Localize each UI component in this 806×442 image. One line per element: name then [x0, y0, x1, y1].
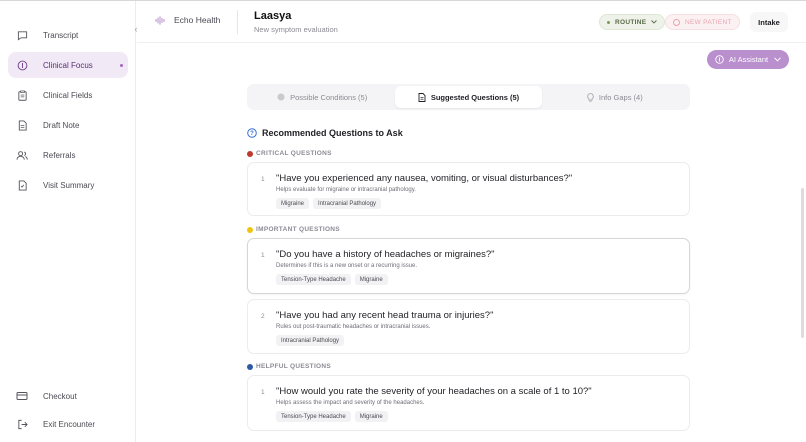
card-icon — [16, 390, 28, 402]
brand: Echo Health — [155, 15, 220, 25]
exit-icon — [16, 418, 28, 430]
status-dot-icon — [607, 20, 610, 24]
group-label-text: CRITICAL QUESTIONS — [256, 150, 332, 157]
condition-tag: Migraine — [276, 198, 310, 209]
condition-tag: Tension-Type Headache — [276, 274, 351, 285]
sidebar-item-referrals[interactable]: Referrals — [8, 142, 128, 168]
info-circle-icon — [715, 55, 724, 64]
sidebar-item-label: Visit Summary — [43, 180, 95, 190]
condition-tag: Intracranial Pathology — [313, 198, 382, 209]
question-number: 1 — [261, 252, 265, 259]
circle-icon — [673, 18, 680, 26]
yellow-circle-icon — [247, 226, 253, 233]
condition-tag: Tension-Type Headache — [276, 411, 351, 422]
tab-label: Possible Conditions (5) — [290, 92, 368, 102]
users-icon — [16, 149, 28, 161]
section-title-text: Recommended Questions to Ask — [262, 128, 403, 138]
sidebar-nav: Transcript Clinical Focus Clinical Field… — [8, 22, 128, 202]
lightbulb-icon — [587, 92, 594, 102]
question-number: 2 — [261, 313, 265, 320]
sidebar-item-visit-summary[interactable]: Visit Summary — [8, 172, 128, 198]
question-description: Helps assess the impact and severity of … — [276, 400, 425, 406]
patient-name: Laasya — [254, 10, 292, 22]
question-number: 1 — [261, 389, 265, 396]
chevron-down-icon — [651, 20, 658, 24]
tab-possible-conditions[interactable]: Possible Conditions (5) — [249, 86, 395, 108]
question-tags: Tension-Type Headache Migraine — [276, 411, 392, 422]
sidebar-item-label: Referrals — [43, 150, 76, 160]
question-description: Determines if this is a new onset or a r… — [276, 263, 418, 269]
question-text: "How would you rate the severity of your… — [276, 386, 592, 397]
tab-info-gaps[interactable]: Info Gaps (4) — [542, 86, 688, 108]
condition-tag: Migraine — [354, 411, 388, 422]
priority-dropdown[interactable]: ROUTINE — [599, 14, 666, 30]
question-card[interactable]: 2 "Have you had any recent head trauma o… — [247, 299, 690, 354]
active-indicator — [120, 63, 123, 67]
sidebar-bottom-nav: Checkout Exit Encounter — [8, 383, 128, 439]
ai-assistant-label: AI Assistant — [728, 55, 769, 64]
question-text: "Have you experienced any nausea, vomiti… — [276, 173, 573, 184]
sidebar-item-clinical-focus[interactable]: Clinical Focus — [8, 52, 128, 78]
sidebar-item-label: Clinical Fields — [43, 90, 93, 100]
group-label-important: IMPORTANT QUESTIONS — [247, 226, 340, 233]
intake-button[interactable]: Intake — [750, 12, 788, 32]
question-tags: Migraine Intracranial Pathology — [276, 198, 385, 209]
sidebar-item-draft-note[interactable]: Draft Note — [8, 112, 128, 138]
question-tags: Tension-Type Headache Migraine — [276, 274, 392, 285]
question-tags: Intracranial Pathology — [276, 335, 348, 346]
svg-text:?: ? — [250, 131, 254, 137]
question-card[interactable]: 1 "Have you experienced any nausea, vomi… — [247, 162, 690, 216]
blue-circle-icon — [247, 363, 253, 370]
group-label-text: HELPFUL QUESTIONS — [256, 363, 332, 370]
question-circle-icon: ? — [247, 128, 257, 138]
circle-filled-icon — [277, 93, 285, 101]
question-card[interactable]: 1 "How would you rate the severity of yo… — [247, 375, 690, 431]
sidebar-item-label: Checkout — [43, 391, 77, 401]
sidebar-item-checkout[interactable]: Checkout — [8, 383, 128, 409]
ai-assistant-button[interactable]: AI Assistant — [707, 50, 789, 69]
condition-tag: Migraine — [354, 274, 388, 285]
question-description: Rules out post-traumatic headaches or in… — [276, 324, 431, 330]
sidebar-item-clinical-fields[interactable]: Clinical Fields — [8, 82, 128, 108]
priority-label: ROUTINE — [615, 18, 647, 26]
new-patient-label: NEW PATIENT — [685, 18, 732, 26]
brand-name: Echo Health — [174, 15, 221, 25]
chevron-down-icon — [774, 57, 781, 62]
group-label-helpful: HELPFUL QUESTIONS — [247, 363, 331, 370]
patient-subtitle: New symptom evaluation — [254, 25, 338, 34]
sidebar-item-exit-encounter[interactable]: Exit Encounter — [8, 411, 128, 437]
sidebar-item-label: Clinical Focus — [43, 60, 93, 70]
question-card[interactable]: 1 "Do you have a history of headaches or… — [247, 238, 690, 294]
red-circle-icon — [247, 150, 253, 157]
sidebar-item-transcript[interactable]: Transcript — [8, 22, 128, 48]
group-label-text: IMPORTANT QUESTIONS — [256, 226, 340, 233]
summary-icon — [16, 179, 28, 191]
clipboard-icon — [16, 89, 28, 101]
sidebar: ‹ Transcript Clinical Focus Clinical Fie… — [0, 1, 138, 442]
tab-label: Suggested Questions (5) — [430, 92, 520, 102]
tab-suggested-questions[interactable]: Suggested Questions (5) — [395, 86, 542, 108]
question-text: "Do you have a history of headaches or m… — [276, 249, 495, 260]
sidebar-item-label: Transcript — [43, 30, 79, 40]
new-patient-badge[interactable]: NEW PATIENT — [665, 14, 740, 30]
chat-icon — [16, 29, 28, 41]
condition-tag: Intracranial Pathology — [276, 335, 345, 346]
document-icon — [418, 92, 426, 102]
waveform-icon — [155, 15, 166, 25]
encounter-header: Echo Health Laasya New symptom evaluatio… — [137, 1, 806, 43]
group-label-critical: CRITICAL QUESTIONS — [247, 150, 332, 157]
sidebar-item-label: Exit Encounter — [43, 419, 96, 429]
focus-icon — [16, 59, 28, 71]
focus-tabs: Possible Conditions (5) Suggested Questi… — [247, 84, 690, 110]
tab-label: Info Gaps (4) — [598, 92, 643, 102]
sidebar-item-label: Draft Note — [43, 120, 80, 130]
section-title: ? Recommended Questions to Ask — [247, 128, 403, 138]
header-divider — [237, 10, 238, 34]
question-number: 1 — [261, 176, 265, 183]
question-description: Helps evaluate for migraine or intracran… — [276, 187, 416, 193]
question-text: "Have you had any recent head trauma or … — [276, 310, 494, 321]
scrollbar[interactable] — [801, 188, 804, 338]
document-icon — [16, 119, 28, 131]
